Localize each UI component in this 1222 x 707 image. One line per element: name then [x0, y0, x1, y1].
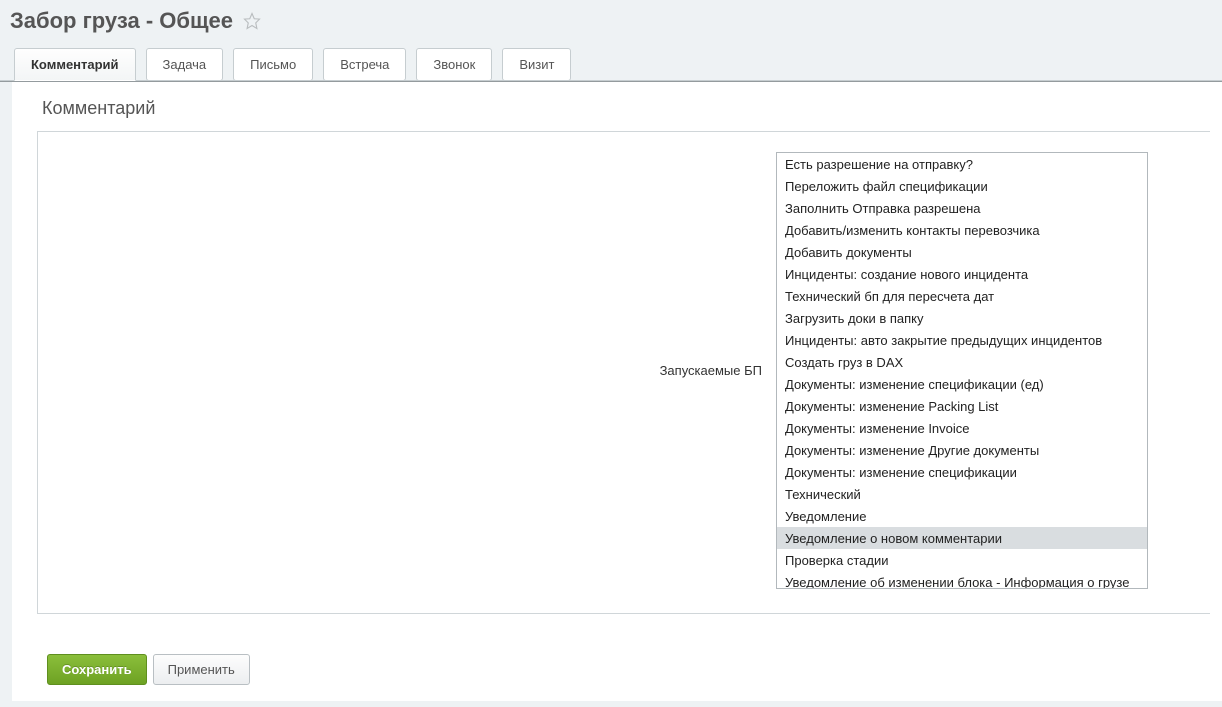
list-item[interactable]: Документы: изменение Packing List: [777, 395, 1147, 417]
form-row-bp: Запускаемые БП Есть разрешение на отправ…: [56, 152, 1192, 589]
bp-listbox[interactable]: Есть разрешение на отправку?Переложить ф…: [776, 152, 1148, 589]
tab-5[interactable]: Визит: [502, 48, 571, 81]
field-label-bp: Запускаемые БП: [56, 363, 776, 378]
list-item[interactable]: Документы: изменение спецификации (ед): [777, 373, 1147, 395]
page-header: Забор груза - Общее: [0, 0, 1222, 48]
apply-button[interactable]: Применить: [153, 654, 250, 685]
save-button[interactable]: Сохранить: [47, 654, 147, 685]
list-item[interactable]: Уведомление об изменении блока - Информа…: [777, 571, 1147, 589]
panel-heading: Комментарий: [13, 82, 1222, 131]
page-title: Забор груза - Общее: [10, 8, 233, 34]
tab-3[interactable]: Встреча: [323, 48, 406, 81]
tabs-row: Комментарий Задача Письмо Встреча Звонок Визи…: [0, 48, 1222, 81]
list-item[interactable]: Переложить файл спецификации: [777, 175, 1147, 197]
list-item[interactable]: Инциденты: создание нового инцидента: [777, 263, 1147, 285]
list-item[interactable]: Документы: изменение Invoice: [777, 417, 1147, 439]
tab-4[interactable]: Звонок: [416, 48, 492, 81]
favorite-star-icon[interactable]: [243, 12, 261, 30]
list-item[interactable]: Добавить/изменить контакты перевозчика: [777, 219, 1147, 241]
list-item[interactable]: Уведомление о новом комментарии: [777, 527, 1147, 549]
list-item[interactable]: Документы: изменение Другие документы: [777, 439, 1147, 461]
form-panel: Запускаемые БП Есть разрешение на отправ…: [37, 131, 1210, 614]
footer-buttons: Сохранить Применить: [13, 614, 1222, 701]
list-item[interactable]: Есть разрешение на отправку?: [777, 153, 1147, 175]
list-item[interactable]: Инциденты: авто закрытие предыдущих инци…: [777, 329, 1147, 351]
list-item[interactable]: Загрузить доки в папку: [777, 307, 1147, 329]
list-item[interactable]: Проверка стадии: [777, 549, 1147, 571]
list-item[interactable]: Уведомление: [777, 505, 1147, 527]
list-item[interactable]: Документы: изменение спецификации: [777, 461, 1147, 483]
list-item[interactable]: Добавить документы: [777, 241, 1147, 263]
tab-2[interactable]: Письмо: [233, 48, 313, 81]
list-item[interactable]: Технический бп для пересчета дат: [777, 285, 1147, 307]
list-item[interactable]: Создать груз в DAX: [777, 351, 1147, 373]
list-item[interactable]: Заполнить Отправка разрешена: [777, 197, 1147, 219]
list-item[interactable]: Технический: [777, 483, 1147, 505]
tab-0[interactable]: Комментарий: [14, 48, 136, 81]
tab-1[interactable]: Задача: [146, 48, 224, 81]
